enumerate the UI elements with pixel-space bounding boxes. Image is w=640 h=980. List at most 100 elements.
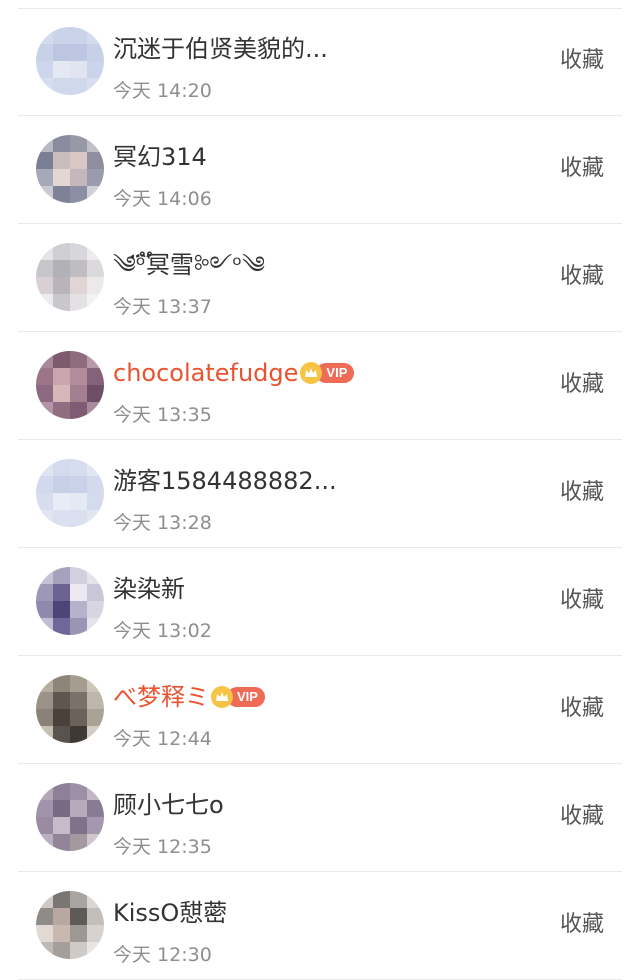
crown-icon <box>211 686 233 708</box>
avatar-pixel <box>87 584 104 601</box>
timestamp: 今天 12:44 <box>113 728 212 750</box>
avatar-pixel <box>36 692 53 709</box>
avatar-pixel <box>36 78 53 95</box>
avatar-pixel <box>70 908 87 925</box>
list-item[interactable]: べ梦释ミ VIP 今天 12:44 收藏 <box>0 656 640 764</box>
list-item[interactable]: ༄ᵒ፝֟冥雪༻ᵒ༄ 今天 13:37 收藏 <box>0 224 640 332</box>
avatar-pixel <box>70 925 87 942</box>
avatar-pixel <box>87 510 104 527</box>
avatar-pixel <box>53 692 70 709</box>
avatar-pixel <box>36 243 53 260</box>
favorite-button[interactable]: 收藏 <box>560 260 604 294</box>
avatar-pixel <box>36 817 53 834</box>
avatar-pixel <box>70 726 87 743</box>
user-name[interactable]: 沉迷于伯贤美貌的... <box>113 32 328 66</box>
avatar-pixel <box>53 459 70 476</box>
avatar-pixel <box>53 834 70 851</box>
avatar-pixel <box>53 476 70 493</box>
list-item[interactable]: chocolatefudge VIP 今天 13:35 收藏 <box>0 332 640 440</box>
avatar[interactable] <box>36 567 104 635</box>
avatar[interactable] <box>36 675 104 743</box>
favorite-button[interactable]: 收藏 <box>560 368 604 402</box>
avatar-pixel <box>36 510 53 527</box>
avatar[interactable] <box>36 459 104 527</box>
avatar-pixel <box>70 169 87 186</box>
avatar-pixel <box>70 476 87 493</box>
avatar[interactable] <box>36 27 104 95</box>
avatar-pixel <box>36 61 53 78</box>
avatar-pixel <box>36 294 53 311</box>
avatar-pixel <box>70 510 87 527</box>
list-item[interactable]: KissO憇蔤 今天 12:30 收藏 <box>0 872 640 980</box>
avatar-pixel <box>70 277 87 294</box>
avatar-pixel <box>53 510 70 527</box>
user-name[interactable]: chocolatefudge <box>113 356 298 390</box>
avatar[interactable] <box>36 783 104 851</box>
avatar-pixel <box>70 351 87 368</box>
avatar-pixel <box>36 942 53 959</box>
avatar-pixel <box>36 584 53 601</box>
avatar-pixel <box>36 27 53 44</box>
avatar-pixel <box>87 942 104 959</box>
avatar-pixel <box>87 817 104 834</box>
list-item[interactable]: 游客1584488882... 今天 13:28 收藏 <box>0 440 640 548</box>
avatar[interactable] <box>36 351 104 419</box>
user-name[interactable]: 冥幻314 <box>113 140 207 174</box>
avatar-pixel <box>70 709 87 726</box>
user-name[interactable]: ༄ᵒ፝֟冥雪༻ᵒ༄ <box>113 248 265 282</box>
avatar-pixel <box>53 294 70 311</box>
list-item[interactable]: 冥幻314 今天 14:06 收藏 <box>0 116 640 224</box>
user-name[interactable]: 顾小七七o <box>113 788 224 822</box>
avatar-pixel <box>36 493 53 510</box>
favorite-button[interactable]: 收藏 <box>560 584 604 618</box>
avatar-pixel <box>87 169 104 186</box>
avatar-pixel <box>53 78 70 95</box>
name-line: KissO憇蔤 <box>113 896 227 930</box>
avatar-pixel <box>87 44 104 61</box>
favorite-button[interactable]: 收藏 <box>560 908 604 942</box>
user-name[interactable]: KissO憇蔤 <box>113 896 227 930</box>
favorite-button[interactable]: 收藏 <box>560 800 604 834</box>
avatar-pixel <box>70 817 87 834</box>
timestamp: 今天 13:28 <box>113 512 212 534</box>
avatar-pixel <box>36 675 53 692</box>
avatar-pixel <box>36 186 53 203</box>
timestamp: 今天 12:30 <box>113 944 212 966</box>
avatar-pixel <box>36 800 53 817</box>
avatar-pixel <box>87 675 104 692</box>
avatar-pixel <box>70 800 87 817</box>
avatar-pixel <box>70 260 87 277</box>
avatar-pixel <box>87 834 104 851</box>
list-item[interactable]: 沉迷于伯贤美貌的... 今天 14:20 收藏 <box>0 8 640 116</box>
timestamp: 今天 13:02 <box>113 620 212 642</box>
avatar-pixel <box>36 169 53 186</box>
avatar-pixel <box>53 243 70 260</box>
list-item[interactable]: 顾小七七o 今天 12:35 收藏 <box>0 764 640 872</box>
avatar-pixel <box>70 44 87 61</box>
avatar[interactable] <box>36 891 104 959</box>
avatar-pixel <box>87 186 104 203</box>
user-name[interactable]: 染染新 <box>113 572 185 606</box>
avatar-pixel <box>87 277 104 294</box>
list-item[interactable]: 染染新 今天 13:02 收藏 <box>0 548 640 656</box>
avatar-pixel <box>87 351 104 368</box>
avatar[interactable] <box>36 135 104 203</box>
favorite-button[interactable]: 收藏 <box>560 476 604 510</box>
favorite-button[interactable]: 收藏 <box>560 152 604 186</box>
favorite-button[interactable]: 收藏 <box>560 44 604 78</box>
avatar-pixel <box>36 368 53 385</box>
user-name[interactable]: べ梦释ミ <box>113 680 209 714</box>
avatar[interactable] <box>36 243 104 311</box>
avatar-pixel <box>70 493 87 510</box>
avatar-pixel <box>53 260 70 277</box>
user-name[interactable]: 游客1584488882... <box>113 464 337 498</box>
timestamp: 今天 14:20 <box>113 80 212 102</box>
avatar-pixel <box>53 942 70 959</box>
avatar-pixel <box>70 385 87 402</box>
avatar-pixel <box>53 908 70 925</box>
avatar-pixel <box>70 891 87 908</box>
avatar-pixel <box>53 169 70 186</box>
avatar-pixel <box>53 709 70 726</box>
favorites-list: 沉迷于伯贤美貌的... 今天 14:20 收藏 冥幻314 今天 14:06 收… <box>0 0 640 980</box>
favorite-button[interactable]: 收藏 <box>560 692 604 726</box>
